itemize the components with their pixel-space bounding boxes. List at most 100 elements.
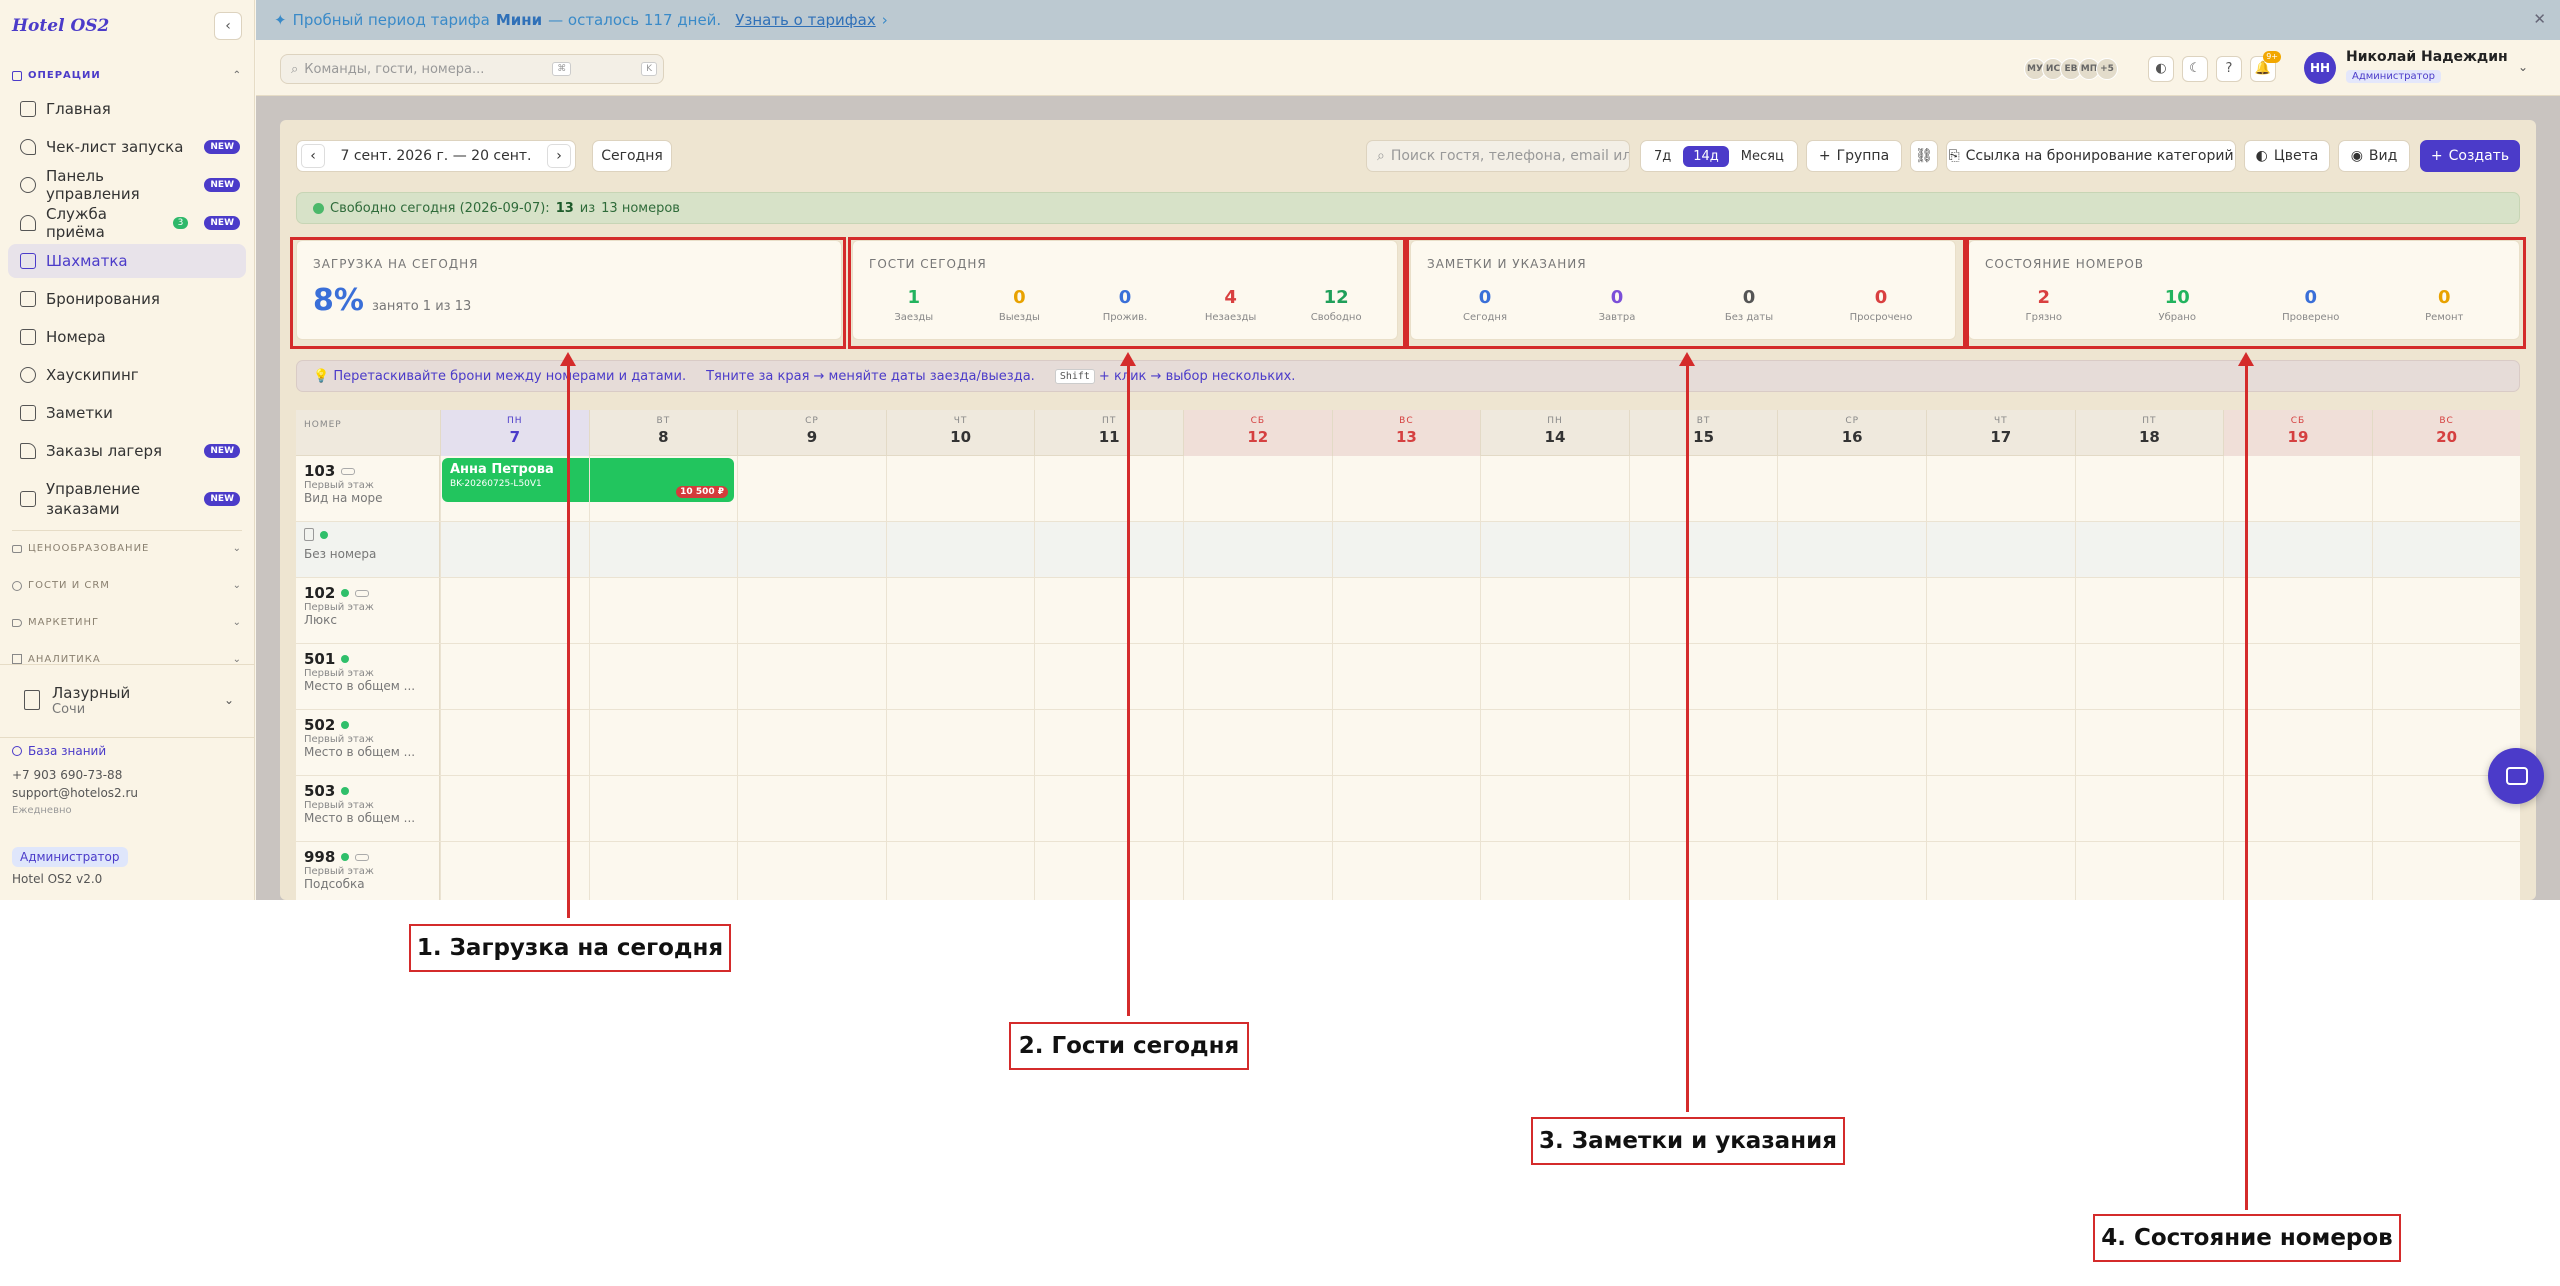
day-column-header[interactable]: СР 9	[737, 410, 886, 456]
today-button[interactable]: Сегодня	[592, 140, 672, 172]
room-row[interactable]: 102 Первый этаж Люкс	[296, 578, 2520, 644]
room-label[interactable]: 502 Первый этаж Место в общем ...	[296, 710, 440, 775]
view-14d-button[interactable]: 14д	[1683, 145, 1729, 167]
chevron-down-icon[interactable]: ⌄	[2518, 60, 2528, 74]
day-of-week: ВС	[1399, 416, 1414, 426]
section-guests-crm[interactable]: ГОСТИ И CRM ⌄	[12, 580, 242, 591]
sidebar-item-chessboard[interactable]: Шахматка	[8, 244, 246, 278]
close-icon[interactable]: ✕	[2533, 10, 2546, 28]
day-column-header[interactable]: СБ 12	[1183, 410, 1332, 456]
room-status-dot	[341, 787, 350, 795]
theme-toggle-button[interactable]: ☾	[2182, 56, 2208, 82]
hotel-switcher[interactable]: Лазурный Сочи ⌄	[12, 670, 242, 730]
date-range-picker[interactable]: ‹ 7 сент. 2026 г. — 20 сент. ›	[296, 140, 576, 172]
booking-link-button[interactable]: ⎘ Ссылка на бронирование категорий	[1946, 140, 2236, 172]
day-column-header[interactable]: ЧТ 17	[1926, 410, 2075, 456]
sidebar-item-front-desk[interactable]: Служба приёма 3 NEW	[8, 205, 246, 241]
collapse-sidebar-button[interactable]: ‹	[214, 12, 242, 40]
room-label[interactable]: 501 Первый этаж Место в общем ...	[296, 644, 440, 709]
day-column-header[interactable]: ПН 14	[1480, 410, 1629, 456]
chevron-down-icon: ⌄	[232, 617, 242, 628]
building-icon	[24, 690, 40, 710]
room-row[interactable]: 998 Первый этаж Подсобка	[296, 842, 2520, 900]
grid-icon	[20, 253, 36, 269]
room-number-line: 102	[304, 584, 431, 602]
user-avatar[interactable]: НН	[2304, 52, 2336, 84]
support-email[interactable]: support@hotelos2.ru	[12, 786, 138, 800]
day-column-header[interactable]: СР 16	[1777, 410, 1926, 456]
view-7d-button[interactable]: 7д	[1644, 146, 1681, 167]
palette-icon: ◐	[2155, 61, 2167, 76]
prev-period-button[interactable]: ‹	[301, 144, 325, 168]
section-operations[interactable]: ОПЕРАЦИИ ⌃	[12, 70, 242, 81]
app-logo[interactable]: Hotel OS2	[12, 16, 109, 36]
room-row[interactable]: 503 Первый этаж Место в общем ...	[296, 776, 2520, 842]
knowledge-base-link[interactable]: База знаний	[12, 744, 106, 758]
room-type: Место в общем ...	[304, 811, 416, 825]
guest-search-input[interactable]: ⌕ Поиск гостя, телефона, email или	[1366, 140, 1630, 172]
annotation-box-2	[848, 237, 1406, 349]
notifications-button[interactable]: 🔔 9+	[2250, 51, 2281, 82]
room-label[interactable]: Без номера	[296, 522, 440, 577]
chevron-up-icon: ⌃	[232, 70, 242, 81]
search-icon: ⌕	[291, 61, 299, 77]
sidebar-item-bookings[interactable]: Бронирования	[8, 282, 246, 316]
sidebar-item-rooms[interactable]: Номера	[8, 320, 246, 354]
day-column-header[interactable]: ВС 13	[1331, 410, 1481, 456]
sidebar-item-camp-orders[interactable]: Заказы лагеря NEW	[8, 434, 246, 468]
grid-line	[440, 456, 441, 900]
day-number: 10	[950, 428, 972, 446]
shift-kbd: Shift	[1054, 368, 1095, 384]
section-marketing[interactable]: МАРКЕТИНГ ⌄	[12, 617, 242, 628]
room-label[interactable]: 503 Первый этаж Место в общем ...	[296, 776, 440, 841]
chat-button[interactable]	[2488, 748, 2544, 804]
day-number: 15	[1693, 428, 1715, 446]
day-column-header[interactable]: ЧТ 10	[885, 410, 1035, 456]
copy-link-button[interactable]: ⛓	[1910, 140, 1938, 172]
day-column-header[interactable]: ВТ 15	[1628, 410, 1778, 456]
user-name[interactable]: Николай Надеждин	[2346, 49, 2508, 65]
day-column-header[interactable]: ПТ 18	[2074, 410, 2224, 456]
help-button[interactable]: ?	[2216, 56, 2242, 82]
online-users[interactable]: МУ ИС ЕВ МП +5	[2024, 58, 2118, 80]
command-search-input[interactable]: ⌕ Команды, гости, номера... ⌘ K	[280, 54, 664, 84]
pricing-link[interactable]: Узнать о тарифах	[735, 11, 876, 29]
day-column-header[interactable]: ВС 20	[2371, 410, 2520, 456]
sidebar-item-notes[interactable]: Заметки	[8, 396, 246, 430]
room-label[interactable]: 102 Первый этаж Люкс	[296, 578, 440, 643]
room-floor: Первый этаж	[304, 800, 374, 811]
grid-line	[2074, 456, 2076, 900]
tag-icon	[12, 544, 22, 553]
room-label[interactable]: 998 Первый этаж Подсобка	[296, 842, 440, 900]
room-row[interactable]: Без номера	[296, 522, 2520, 578]
group-button[interactable]: + Группа	[1806, 140, 1902, 172]
next-period-button[interactable]: ›	[547, 144, 571, 168]
app-version: Hotel OS2 v2.0	[12, 872, 103, 886]
colors-button[interactable]: ◐ Цвета	[2244, 140, 2330, 172]
palette-button[interactable]: ◐	[2148, 56, 2174, 82]
room-status-dot	[341, 589, 350, 597]
sidebar-item-housekeeping[interactable]: Хаускипинг	[8, 358, 246, 392]
room-row[interactable]: 501 Первый этаж Место в общем ...	[296, 644, 2520, 710]
view-options-button[interactable]: ◉ Вид	[2338, 140, 2410, 172]
room-number: 503	[304, 782, 336, 800]
create-button[interactable]: + Создать	[2420, 140, 2520, 172]
support-phone[interactable]: +7 903 690-73-88	[12, 768, 122, 782]
sidebar-item-launch-checklist[interactable]: Чек-лист запуска NEW	[8, 130, 246, 164]
sidebar-item-order-management[interactable]: Управление заказами NEW	[8, 474, 246, 524]
view-month-button[interactable]: Месяц	[1731, 146, 1794, 167]
room-row[interactable]: 502 Первый этаж Место в общем ...	[296, 710, 2520, 776]
sidebar-item-home[interactable]: Главная	[8, 92, 246, 126]
chevron-down-icon: ⌄	[232, 580, 242, 591]
section-analytics[interactable]: АНАЛИТИКА ⌄	[12, 654, 242, 664]
chevron-right-icon: ›	[881, 11, 888, 29]
sidebar-item-control-panel[interactable]: Панель управления NEW	[8, 167, 246, 203]
section-pricing[interactable]: ЦЕНООБРАЗОВАНИЕ ⌄	[12, 543, 242, 554]
room-label[interactable]: 103 Первый этаж Вид на море	[296, 456, 440, 521]
day-column-header[interactable]: ВТ 8	[588, 410, 738, 456]
tent-icon	[20, 443, 36, 459]
day-column-header[interactable]: ПТ 11	[1034, 410, 1183, 456]
new-badge: NEW	[204, 216, 240, 230]
support-hours: Ежедневно	[12, 805, 72, 816]
arrow-2	[1127, 364, 1130, 1016]
